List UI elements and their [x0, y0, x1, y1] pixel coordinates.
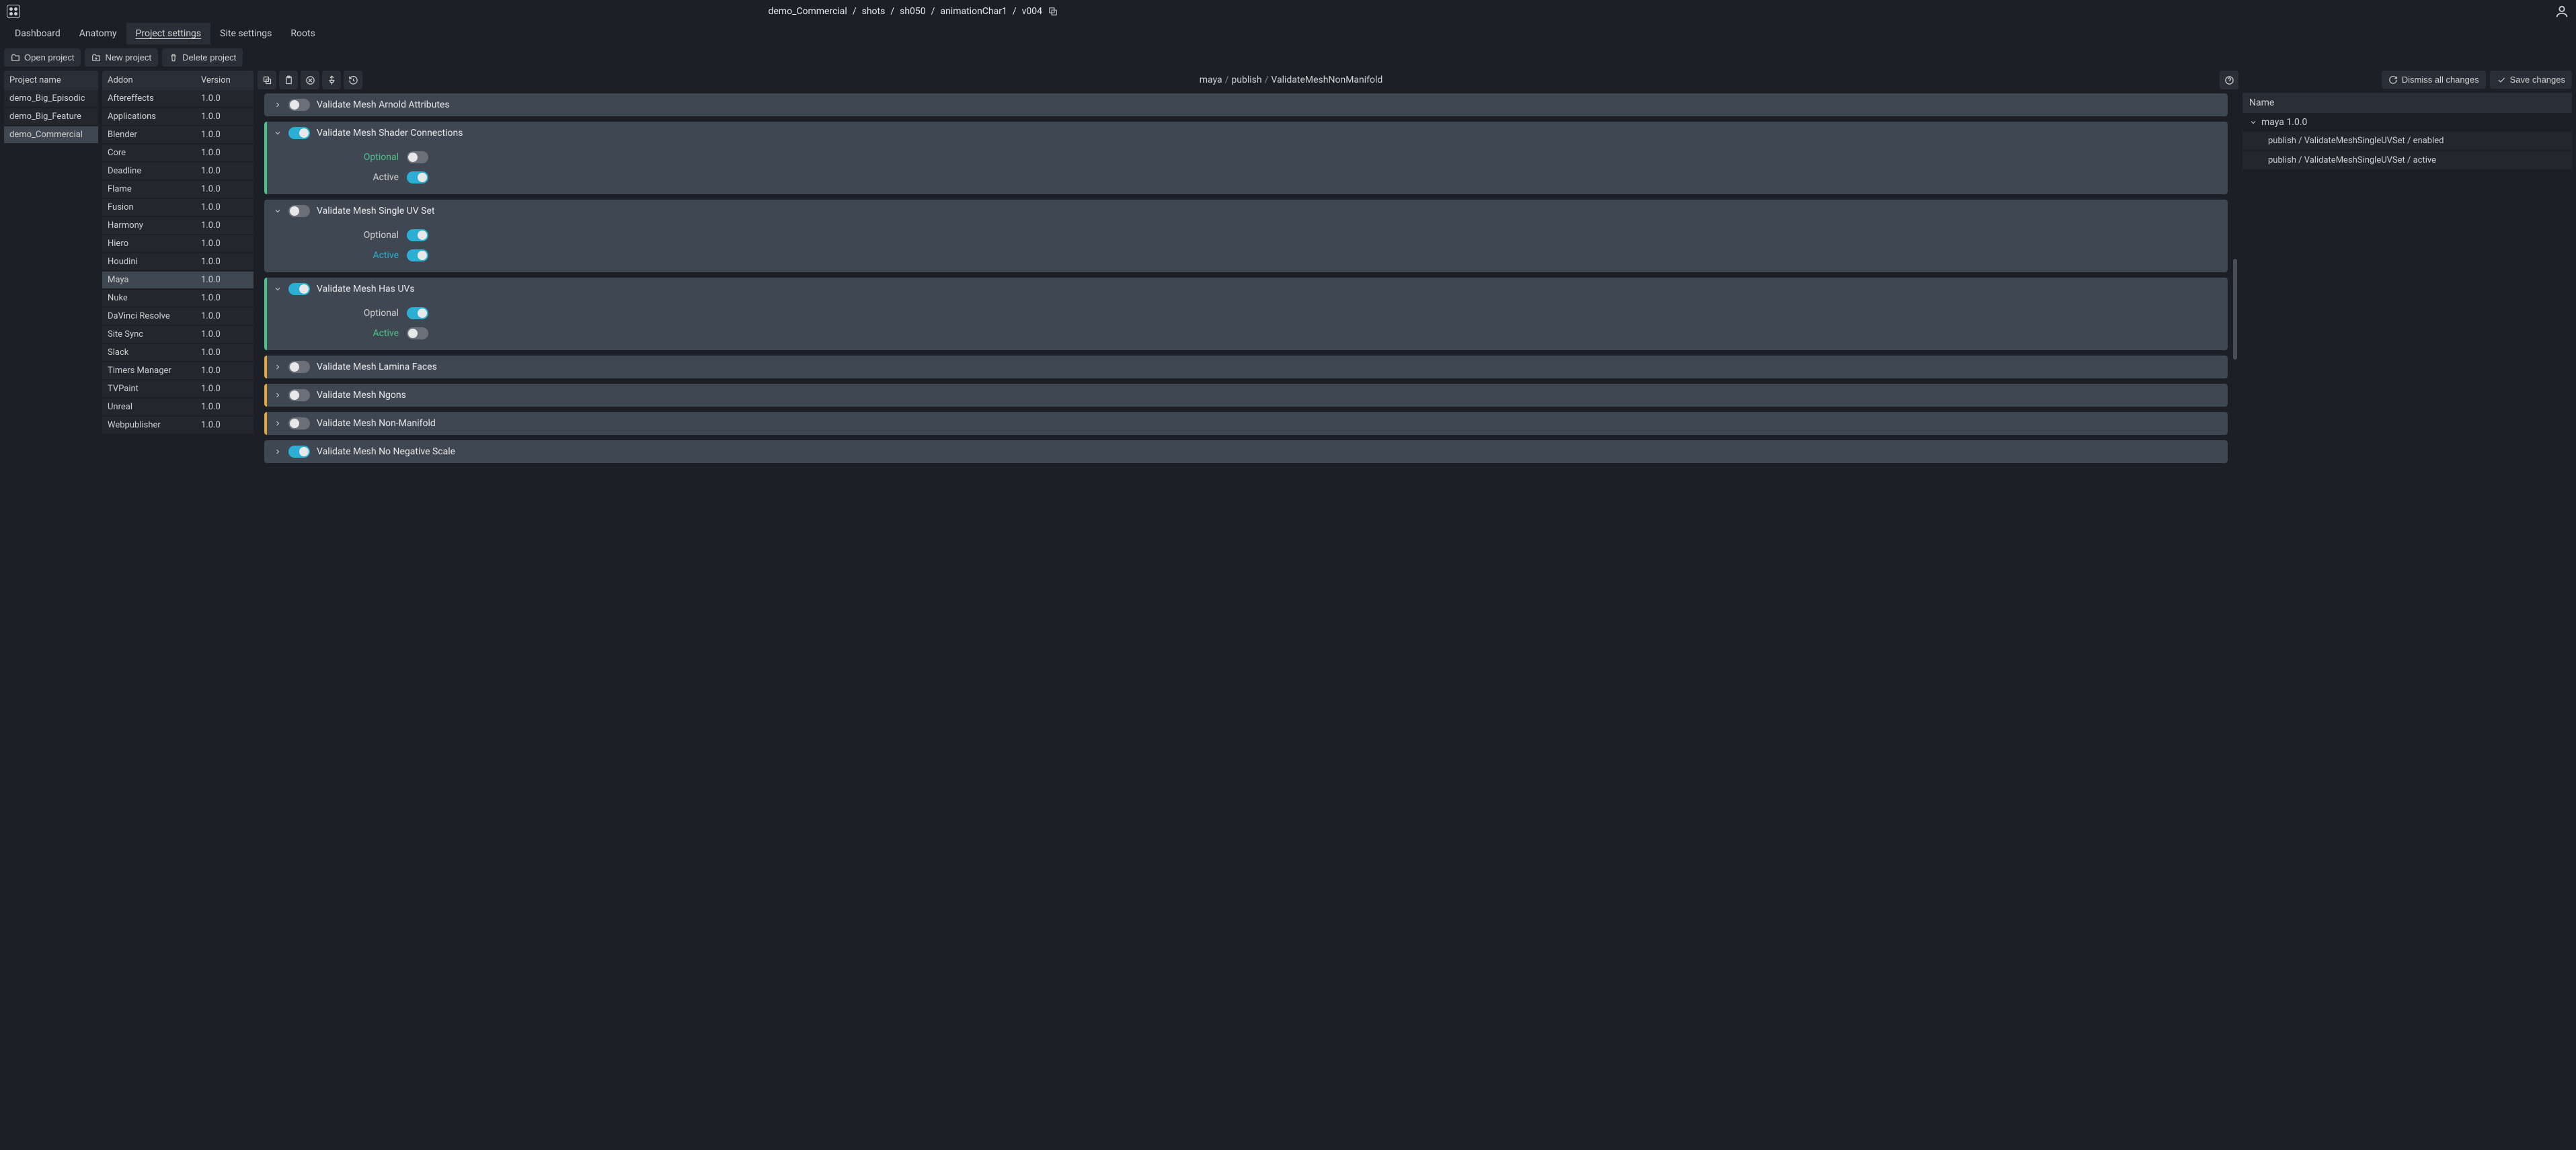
- project-row[interactable]: demo_Big_Episodic: [4, 90, 98, 108]
- addon-row[interactable]: Unreal1.0.0: [102, 399, 253, 417]
- addon-row[interactable]: Harmony1.0.0: [102, 217, 253, 235]
- validator-title: Validate Mesh Shader Connections: [317, 128, 463, 138]
- addon-row[interactable]: Fusion1.0.0: [102, 199, 253, 217]
- optional-label: Optional: [364, 230, 399, 241]
- chevron-down-icon: [2249, 118, 2257, 126]
- validator-row: Validate Mesh Has UVs Optional Active: [264, 278, 2228, 350]
- addon-row[interactable]: DaVinci Resolve1.0.0: [102, 308, 253, 326]
- enable-toggle[interactable]: [288, 205, 310, 217]
- addon-row[interactable]: Timers Manager1.0.0: [102, 362, 253, 380]
- addon-row[interactable]: Blender1.0.0: [102, 126, 253, 145]
- project-row[interactable]: demo_Commercial: [4, 126, 98, 145]
- optional-label: Optional: [364, 308, 399, 319]
- chevron-right-icon[interactable]: [274, 419, 282, 427]
- breadcrumb: demo_Commercial/ shots/ sh050/ animation…: [768, 6, 1058, 17]
- optional-toggle[interactable]: [407, 151, 428, 163]
- chevron-right-icon[interactable]: [274, 448, 282, 456]
- tab-site-settings[interactable]: Site settings: [210, 23, 281, 44]
- changes-tree-parent[interactable]: maya 1.0.0: [2242, 113, 2572, 132]
- change-row[interactable]: publish / ValidateMeshSingleUVSet / acti…: [2242, 151, 2572, 171]
- scrollbar[interactable]: [2233, 259, 2237, 360]
- chevron-right-icon[interactable]: [274, 363, 282, 371]
- validator-title: Validate Mesh No Negative Scale: [317, 446, 455, 457]
- enable-toggle[interactable]: [288, 361, 310, 373]
- validator-row: Validate Mesh Single UV Set Optional Act…: [264, 200, 2228, 272]
- enable-toggle[interactable]: [288, 99, 310, 111]
- enable-toggle[interactable]: [288, 446, 310, 458]
- enable-toggle[interactable]: [288, 417, 310, 429]
- project-row[interactable]: demo_Big_Feature: [4, 108, 98, 126]
- history-button[interactable]: [344, 71, 362, 89]
- delete-project-button[interactable]: Delete project: [162, 48, 243, 67]
- addon-row[interactable]: Site Sync1.0.0: [102, 326, 253, 344]
- addon-row[interactable]: Flame1.0.0: [102, 181, 253, 199]
- validator-title: Validate Mesh Non-Manifold: [317, 418, 436, 429]
- validator-title: Validate Mesh Has UVs: [317, 284, 415, 294]
- tab-roots[interactable]: Roots: [281, 23, 324, 44]
- validator-row: Validate Mesh Shader Connections Optiona…: [264, 122, 2228, 194]
- user-icon[interactable]: [2554, 4, 2569, 19]
- version-header: Version: [201, 75, 248, 85]
- addon-row[interactable]: Maya1.0.0: [102, 272, 253, 290]
- chevron-down-icon[interactable]: [274, 207, 282, 215]
- chevron-right-icon[interactable]: [274, 101, 282, 109]
- validator-title: Validate Mesh Single UV Set: [317, 206, 434, 216]
- chevron-down-icon[interactable]: [274, 285, 282, 293]
- addon-header: Addon: [108, 75, 201, 85]
- changes-name-header: Name: [2242, 93, 2572, 113]
- active-toggle[interactable]: [407, 249, 428, 261]
- addon-row[interactable]: Hiero1.0.0: [102, 235, 253, 253]
- addon-row[interactable]: Houdini1.0.0: [102, 253, 253, 272]
- copy-button[interactable]: [258, 71, 276, 89]
- active-label: Active: [373, 328, 399, 339]
- validator-title: Validate Mesh Lamina Faces: [317, 362, 437, 372]
- validator-title: Validate Mesh Ngons: [317, 390, 406, 401]
- active-toggle[interactable]: [407, 171, 428, 183]
- validator-row: Validate Mesh Arnold Attributes: [264, 93, 2228, 116]
- addon-row[interactable]: TVPaint1.0.0: [102, 380, 253, 399]
- change-row[interactable]: publish / ValidateMeshSingleUVSet / enab…: [2242, 132, 2572, 151]
- help-button[interactable]: [2220, 71, 2238, 89]
- settings-path: maya/publish/ValidateMeshNonManifold: [1200, 75, 1383, 85]
- tab-project-settings[interactable]: Project settings: [126, 23, 211, 44]
- dismiss-changes-button[interactable]: Dismiss all changes: [2382, 71, 2486, 89]
- paste-button[interactable]: [279, 71, 298, 89]
- validator-title: Validate Mesh Arnold Attributes: [317, 99, 450, 110]
- validator-row: Validate Mesh Non-Manifold: [264, 412, 2228, 435]
- project-name-header: Project name: [4, 71, 98, 90]
- optional-toggle[interactable]: [407, 307, 428, 319]
- tab-anatomy[interactable]: Anatomy: [70, 23, 126, 44]
- clear-button[interactable]: [301, 71, 319, 89]
- enable-toggle[interactable]: [288, 127, 310, 139]
- addon-row[interactable]: Aftereffects1.0.0: [102, 90, 253, 108]
- pin-button[interactable]: [322, 71, 341, 89]
- validator-row: Validate Mesh No Negative Scale: [264, 440, 2228, 463]
- tab-dashboard[interactable]: Dashboard: [5, 23, 70, 44]
- active-label: Active: [373, 250, 399, 261]
- enable-toggle[interactable]: [288, 389, 310, 401]
- optional-toggle[interactable]: [407, 229, 428, 241]
- addon-row[interactable]: Applications1.0.0: [102, 108, 253, 126]
- enable-toggle[interactable]: [288, 283, 310, 295]
- new-project-button[interactable]: New project: [85, 48, 158, 67]
- optional-label: Optional: [364, 152, 399, 163]
- addon-row[interactable]: Core1.0.0: [102, 145, 253, 163]
- addon-row[interactable]: Deadline1.0.0: [102, 163, 253, 181]
- chevron-right-icon[interactable]: [274, 391, 282, 399]
- open-project-button[interactable]: Open project: [4, 48, 81, 67]
- save-changes-button[interactable]: Save changes: [2490, 71, 2572, 89]
- addon-row[interactable]: Webpublisher1.0.0: [102, 417, 253, 435]
- addon-row[interactable]: Slack1.0.0: [102, 344, 253, 362]
- chevron-down-icon[interactable]: [274, 129, 282, 137]
- active-label: Active: [373, 172, 399, 183]
- validator-row: Validate Mesh Lamina Faces: [264, 356, 2228, 378]
- active-toggle[interactable]: [407, 327, 428, 339]
- addon-row[interactable]: Nuke1.0.0: [102, 290, 253, 308]
- copy-icon[interactable]: [1048, 6, 1058, 17]
- app-logo[interactable]: [7, 5, 20, 18]
- validator-row: Validate Mesh Ngons: [264, 384, 2228, 407]
